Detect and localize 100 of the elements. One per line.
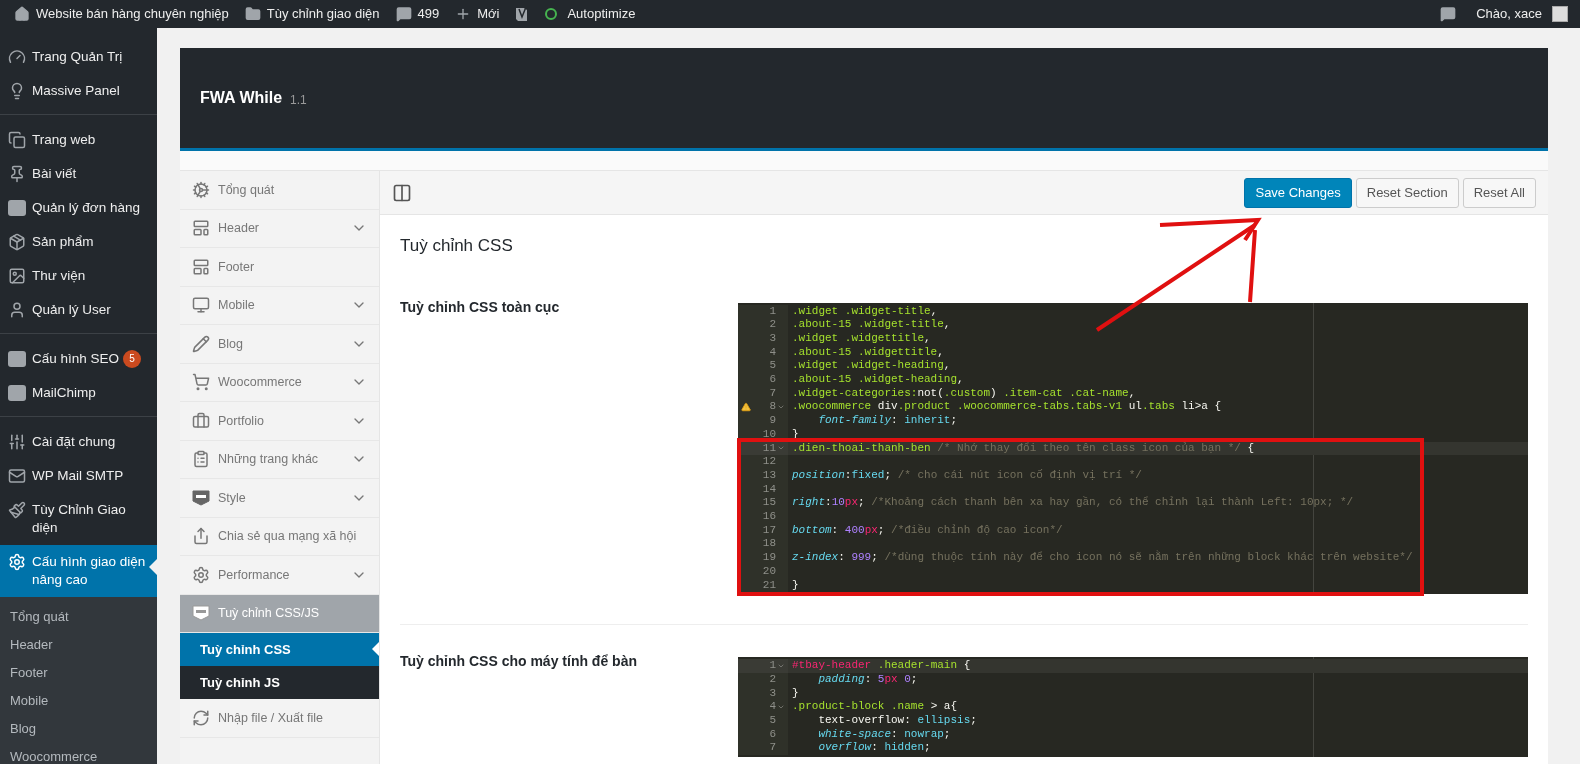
monitor-icon [192,296,210,315]
code-line: font-family: inherit; [817,414,958,428]
nav-subitem[interactable]: Tuỳ chỉnh CSS [180,633,379,666]
layout-toggle-icon[interactable] [392,182,412,203]
submenu-item[interactable]: Blog [0,715,157,743]
sidebar-item[interactable]: Bài viết [0,157,157,191]
sidebar-item[interactable]: Trang Quản Trị [0,40,157,74]
line-number: 9 [769,414,776,428]
folder-icon [244,6,261,22]
box-icon [8,233,26,251]
code-line: .about-15 .widget-heading, [791,373,964,387]
nav-item[interactable]: Performance [180,556,379,595]
admin-bar-item[interactable]: Autoptimize [537,0,644,28]
code-editor[interactable]: 1 #tbay-header .header-main { 2 padding: 5px 0; 3 } 4 .product-block .name > a{ 5 text-overflow: ellipsis; 6 white-space: nowrap; 7 overflow: hidden; [738,657,1528,758]
line-number: 8 [769,400,776,415]
sidebar-item[interactable]: MailChimp [0,376,157,410]
code-line: } [791,686,799,701]
notification-icon[interactable] [1440,6,1457,22]
line-number: 4 [769,345,776,360]
nav-item[interactable]: Tổng quát [180,171,379,210]
avatar[interactable] [1552,6,1568,22]
sidebar-item[interactable]: Cài đặt chung [0,425,157,459]
line-number: 17 [762,523,776,538]
settings-icon [192,565,210,584]
nav-item[interactable]: Woocommerce [180,363,379,402]
field-label: Tuỳ chỉnh CSS toàn cục [400,297,561,317]
section-title: Tuỳ chỉnh CSS [400,235,514,257]
line-number: 7 [769,741,776,756]
code-line: .widget .widgettitle, [791,331,931,346]
sidebar-item[interactable]: Cấu hình giao diện nâng cao [0,545,157,597]
sidebar-item[interactable]: Quản lý đơn hàng [0,191,157,225]
sidebar-item[interactable]: WP Mail SMTP [0,459,157,493]
line-number: 18 [762,537,776,552]
submenu-item[interactable]: Footer [0,659,157,687]
line-number: 6 [769,727,776,742]
line-number: 16 [762,510,776,524]
nav-item[interactable]: Portfolio [180,402,379,441]
toolbar-button[interactable]: Reset Section [1355,177,1459,208]
sidebar-item[interactable]: Tùy Chỉnh Giao diện [0,493,157,545]
line-number: 1 [769,304,776,319]
line-number: 19 [762,551,776,565]
nav-item[interactable]: Style [180,479,379,518]
nav-item[interactable]: Những trang khác [180,440,379,479]
line-number: 7 [769,386,776,401]
code-line: bottom: 400px; /*điều chỉnh độ cao icon*/ [791,523,1063,538]
gears-icon [192,180,210,199]
submenu-item[interactable]: Woocommerce [0,743,157,764]
line-number: 21 [762,578,776,593]
line-number: 5 [769,359,776,373]
admin-bar-item[interactable]: Mới [447,0,508,28]
line-number: 4 [769,700,776,715]
code-line: .about-15 .widgettitle, [791,345,944,360]
sidebar-item[interactable]: Thư viện [0,259,157,293]
line-number: 6 [769,373,776,387]
briefcase-icon [192,411,210,430]
share-icon [192,527,210,546]
css-icon [192,489,210,506]
refresh-icon [192,708,210,727]
code-line: #tbay-header .header-main { [791,659,971,673]
sidebar-item[interactable]: Sản phẩm [0,225,157,259]
nav-item[interactable]: Footer [180,248,379,287]
code-editor[interactable] [738,302,1528,595]
line-number: 15 [762,496,776,511]
sidebar-item[interactable]: Quản lý User [0,293,157,327]
admin-bar-item[interactable]: 499 [387,0,448,28]
admin-bar-item[interactable]: Website bán hàng chuyên nghiệp [6,0,237,28]
pages-icon [8,131,26,149]
toolbar-button[interactable]: Reset All [1462,177,1536,208]
code-line: .about-15 .widget-title, [791,318,951,332]
field-label: Tuỳ chỉnh CSS cho máy tính để bàn [400,652,638,672]
line-number: 3 [769,331,776,346]
submenu-item[interactable]: Mobile [0,687,157,715]
admin-bar-item[interactable]: Tùy chỉnh giao diện [236,0,388,28]
nav-subitem[interactable]: Tuỳ chỉnh JS [180,666,379,699]
greeting-link[interactable]: Chào, xace [1476,4,1542,24]
count-badge: 5 [123,350,142,368]
line-number: 5 [769,714,776,728]
submenu-item[interactable]: Tổng quát [0,603,157,631]
code-line: position:fixed; /* cho cái nút icon cố định vị trí */ [791,468,1142,483]
panel-title: FWA While [200,88,283,108]
code-line: } [791,578,799,593]
toolbar-button[interactable]: Save Changes [1244,177,1352,208]
sidebar-item[interactable]: Trang web [0,123,157,157]
line-number: 10 [762,427,776,442]
code-line: .woocommerce div.product .woocommerce-tabs.tabs-v1 ul.tabs li>a { [791,400,1222,415]
code-line: .dien-thoai-thanh-ben /* Nhớ thay đổi theo tên class icon của bạn */ { [791,441,1255,456]
nav-item[interactable]: Nhập file / Xuất file [180,699,379,738]
code-line: right:10px; /*Khoảng cách thanh bên xa hay gần, có thể chỉnh lại thành Left: 10px; */ [791,496,1354,511]
sidebar-item[interactable]: Cấu hình SEO 5 [0,342,157,376]
sidebar-item[interactable]: Massive Panel [0,74,157,108]
line-number: 2 [769,672,776,687]
nav-item[interactable]: Blog [180,325,379,364]
nav-item[interactable]: Mobile [180,286,379,325]
nav-item[interactable]: Chia sẻ qua mạng xã hội [180,517,379,556]
submenu-item[interactable]: Header [0,631,157,659]
pin-icon [8,165,26,183]
line-number: 12 [762,455,776,469]
nav-item[interactable]: Header [180,209,379,248]
line-number: 11 [762,441,776,456]
pointer-notch [149,559,157,575]
